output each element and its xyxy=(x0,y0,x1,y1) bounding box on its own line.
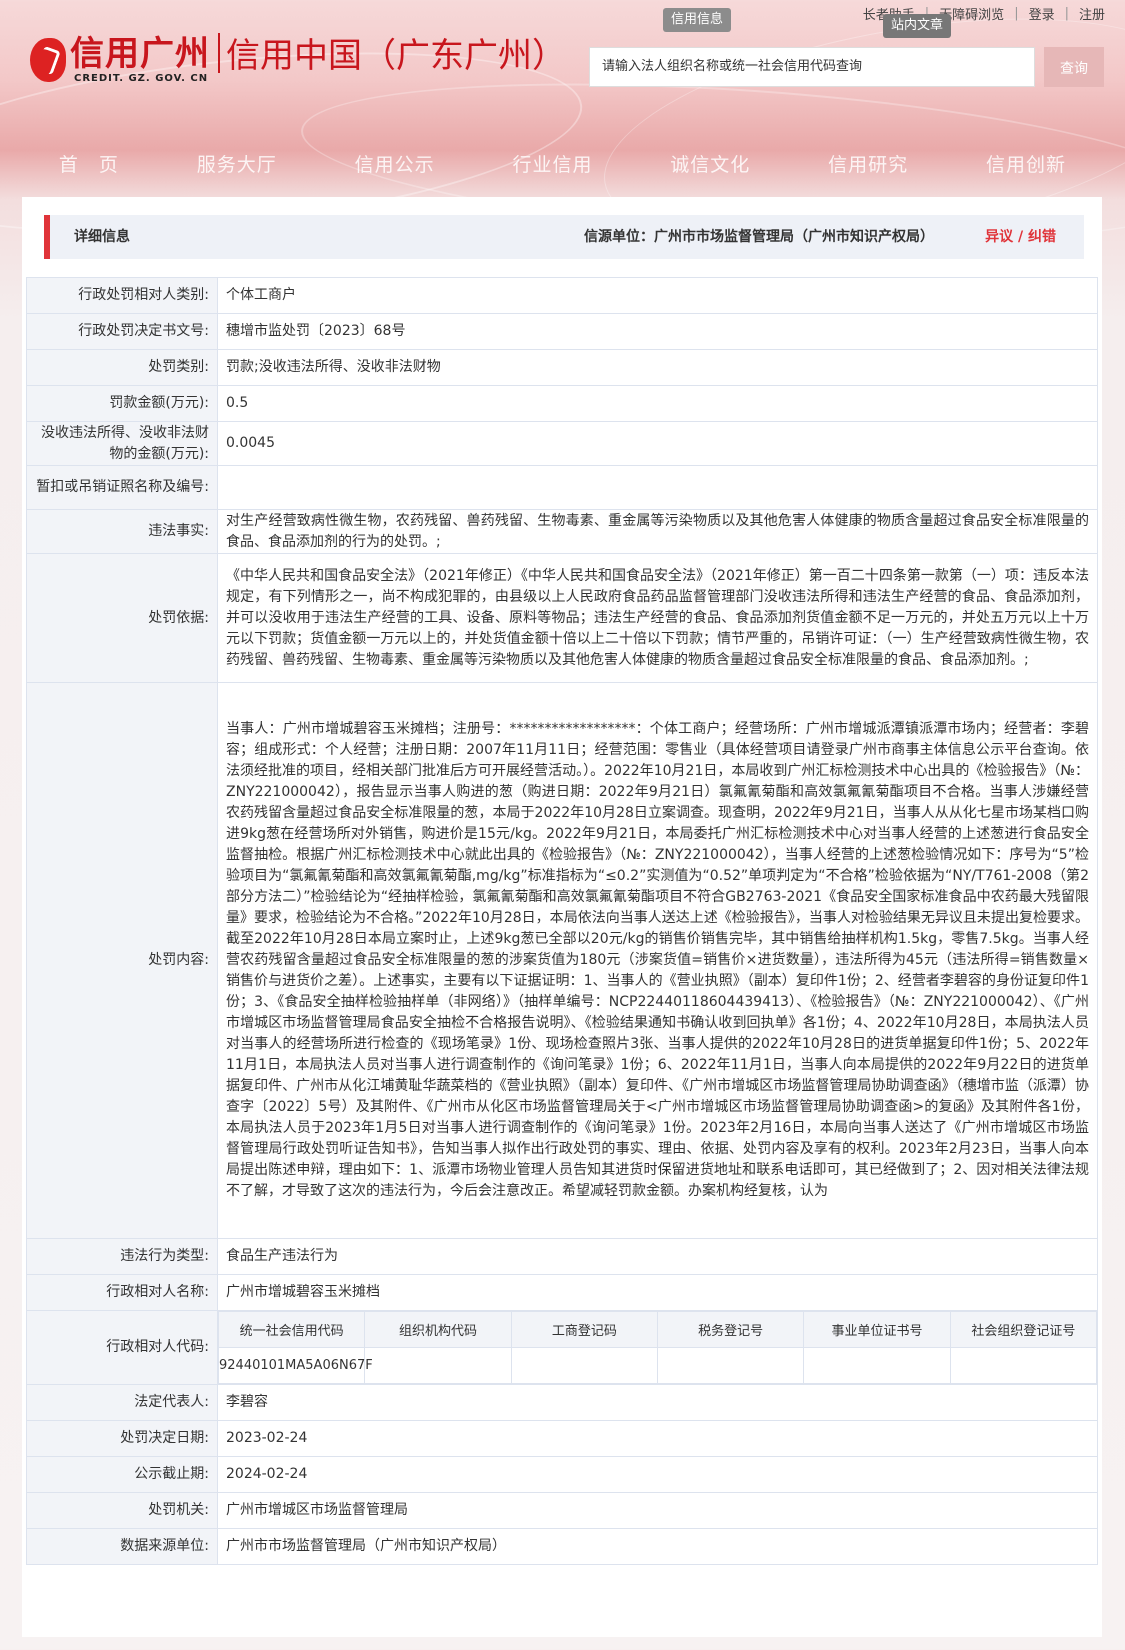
nav-industry-credit[interactable]: 行业信用 xyxy=(512,150,592,177)
table-row: 没收违法所得、没收非法财物的金额(万元): 0.0045 xyxy=(26,421,1098,466)
code-header: 统一社会信用代码 xyxy=(217,1311,366,1348)
tab-site-article[interactable]: 站内文章 xyxy=(883,14,952,38)
credit-logo-icon xyxy=(30,37,66,82)
search-tabs: 信用信息 站内文章 xyxy=(663,8,952,38)
code-header: 事业单位证书号 xyxy=(803,1311,951,1348)
field-value: 广州市增城碧容玉米摊档 xyxy=(217,1274,1098,1311)
table-row: 数据来源单位: 广州市市场监督管理局（广州市知识产权局） xyxy=(26,1528,1098,1565)
field-value: 0.0045 xyxy=(217,421,1098,466)
table-row: 违法行为类型: 食品生产违法行为 xyxy=(26,1238,1098,1275)
field-value xyxy=(217,465,1098,510)
code-value xyxy=(949,1347,1098,1384)
logo-divider xyxy=(218,32,220,73)
detail-header: 详细信息 信源单位：广州市市场监督管理局（广州市知识产权局） 异议 / 纠错 xyxy=(44,215,1084,259)
field-label: 处罚类别: xyxy=(26,349,218,386)
code-header: 社会组织登记证号 xyxy=(949,1311,1098,1348)
field-value: 《中华人民共和国食品安全法》（2021年修正）《中华人民共和国食品安全法》（20… xyxy=(217,553,1098,683)
nav-service-hall[interactable]: 服务大厅 xyxy=(197,150,277,177)
table-row: 行政相对人代码: 统一社会信用代码 组织机构代码 工商登记码 税务登记号 事业单… xyxy=(26,1310,1098,1385)
code-value: 92440101MA5A06N67F xyxy=(217,1347,373,1384)
field-value: 穗增市监处罚〔2023〕68号 xyxy=(217,313,1098,350)
code-value xyxy=(656,1347,805,1384)
field-label: 处罚机关: xyxy=(26,1492,218,1529)
detail-panel: 详细信息 信源单位：广州市市场监督管理局（广州市知识产权局） 异议 / 纠错 行… xyxy=(22,197,1102,1637)
field-value: 广州市市场监督管理局（广州市知识产权局） xyxy=(217,1528,1098,1565)
table-row: 处罚内容: 当事人：广州市增城碧容玉米摊档；注册号：**************… xyxy=(26,682,1098,1239)
logo-english: CREDIT. GZ. GOV. CN xyxy=(74,73,209,84)
party-code-table: 统一社会信用代码 组织机构代码 工商登记码 税务登记号 事业单位证书号 社会组织… xyxy=(217,1311,1098,1384)
nav-credit-innovation[interactable]: 信用创新 xyxy=(986,150,1066,177)
penalty-info-table: 行政处罚相对人类别: 个体工商户 行政处罚决定书文号: 穗增市监处罚〔2023〕… xyxy=(26,277,1098,1565)
table-row: 处罚决定日期: 2023-02-24 xyxy=(26,1420,1098,1457)
field-label: 行政处罚相对人类别: xyxy=(26,277,218,314)
table-row: 罚款金额(万元): 0.5 xyxy=(26,385,1098,422)
table-row: 违法事实: 对生产经营致病性微生物，农药残留、兽药残留、生物毒素、重金属等污染物… xyxy=(26,509,1098,554)
field-value: 广州市增城区市场监督管理局 xyxy=(217,1492,1098,1529)
main-nav: 首 页 服务大厅 信用公示 行业信用 诚信文化 信用研究 信用创新 xyxy=(0,150,1125,177)
field-label: 处罚决定日期: xyxy=(26,1420,218,1457)
table-row: 行政处罚决定书文号: 穗增市监处罚〔2023〕68号 xyxy=(26,313,1098,350)
nav-integrity-culture[interactable]: 诚信文化 xyxy=(670,150,750,177)
field-label: 暂扣或吊销证照名称及编号: xyxy=(26,465,218,510)
field-label: 罚款金额(万元): xyxy=(26,385,218,422)
logo-chinese: 信用广州 xyxy=(70,34,210,74)
field-label: 没收违法所得、没收非法财物的金额(万元): xyxy=(26,421,218,466)
site-subtitle: 信用中国（广东广州） xyxy=(226,36,566,76)
field-value: 个体工商户 xyxy=(217,277,1098,314)
field-value: 当事人：广州市增城碧容玉米摊档；注册号：******************：个… xyxy=(217,682,1098,1239)
nav-credit-research[interactable]: 信用研究 xyxy=(828,150,908,177)
field-value: 对生产经营致病性微生物，农药残留、兽药残留、生物毒素、重金属等污染物质以及其他危… xyxy=(217,509,1098,554)
field-label: 法定代表人: xyxy=(26,1384,218,1421)
tab-credit-info[interactable]: 信用信息 xyxy=(663,8,732,32)
field-label: 数据来源单位: xyxy=(26,1528,218,1565)
login-link[interactable]: 登录 xyxy=(1019,4,1065,23)
table-row: 处罚机关: 广州市增城区市场监督管理局 xyxy=(26,1492,1098,1529)
field-value: 2024-02-24 xyxy=(217,1456,1098,1493)
detail-source: 信源单位：广州市市场监督管理局（广州市知识产权局） xyxy=(584,229,934,245)
nav-home[interactable]: 首 页 xyxy=(59,150,119,177)
field-label: 行政处罚决定书文号: xyxy=(26,313,218,350)
table-row: 处罚类别: 罚款;没收违法所得、没收非法财物 xyxy=(26,349,1098,386)
site-logo[interactable]: 信用广州 CREDIT. GZ. GOV. CN 信用中国（广东广州） xyxy=(30,28,566,91)
code-header-row: 统一社会信用代码 组织机构代码 工商登记码 税务登记号 事业单位证书号 社会组织… xyxy=(217,1311,1098,1348)
field-value: 罚款;没收违法所得、没收非法财物 xyxy=(217,349,1098,386)
table-row: 暂扣或吊销证照名称及编号: xyxy=(26,465,1098,510)
code-value xyxy=(510,1347,658,1384)
accent-bar xyxy=(44,215,50,259)
table-row: 行政相对人名称: 广州市增城碧容玉米摊档 xyxy=(26,1274,1098,1311)
table-row: 行政处罚相对人类别: 个体工商户 xyxy=(26,277,1098,314)
code-value xyxy=(803,1347,951,1384)
code-value xyxy=(364,1347,512,1384)
field-value: 0.5 xyxy=(217,385,1098,422)
field-value: 李碧容 xyxy=(217,1384,1098,1421)
table-row: 处罚依据: 《中华人民共和国食品安全法》（2021年修正）《中华人民共和国食品安… xyxy=(26,553,1098,683)
field-label: 公示截止期: xyxy=(26,1456,218,1493)
search-input[interactable]: 请输入法人组织名称或统一社会信用代码查询 xyxy=(589,47,1035,87)
field-label: 行政相对人代码: xyxy=(26,1310,218,1385)
code-header: 组织机构代码 xyxy=(364,1311,512,1348)
code-header: 税务登记号 xyxy=(656,1311,805,1348)
field-label: 处罚依据: xyxy=(26,553,218,683)
detail-title: 详细信息 xyxy=(74,229,130,245)
register-link[interactable]: 注册 xyxy=(1069,4,1115,23)
field-value: 食品生产违法行为 xyxy=(217,1238,1098,1275)
field-label: 违法行为类型: xyxy=(26,1238,218,1275)
table-row: 法定代表人: 李碧容 xyxy=(26,1384,1098,1421)
field-label: 违法事实: xyxy=(26,509,218,554)
nav-credit-publicity[interactable]: 信用公示 xyxy=(355,150,435,177)
code-value-row: 92440101MA5A06N67F xyxy=(217,1347,1098,1384)
field-value: 2023-02-24 xyxy=(217,1420,1098,1457)
table-row: 公示截止期: 2024-02-24 xyxy=(26,1456,1098,1493)
objection-link[interactable]: 异议 / 纠错 xyxy=(985,215,1056,259)
search-button[interactable]: 查询 xyxy=(1044,47,1104,87)
code-header: 工商登记码 xyxy=(510,1311,658,1348)
field-label: 处罚内容: xyxy=(26,682,218,1239)
logo-text: 信用广州 CREDIT. GZ. GOV. CN xyxy=(70,35,210,84)
code-cell: 统一社会信用代码 组织机构代码 工商登记码 税务登记号 事业单位证书号 社会组织… xyxy=(217,1310,1098,1385)
field-label: 行政相对人名称: xyxy=(26,1274,218,1311)
